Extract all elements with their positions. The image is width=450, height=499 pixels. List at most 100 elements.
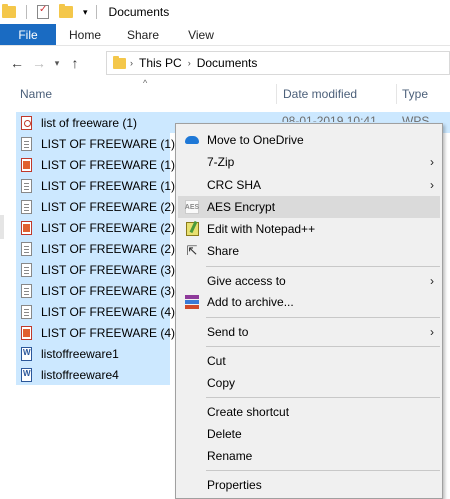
address-bar[interactable]: › This PC › Documents — [106, 51, 450, 75]
tab-file[interactable]: File — [0, 24, 56, 45]
menu-item-label: Delete — [207, 427, 242, 441]
menu-item-7zip[interactable]: 7-Zip › — [178, 151, 440, 173]
wps-file-icon — [21, 220, 32, 235]
breadcrumb-documents[interactable]: Documents — [197, 56, 258, 70]
menu-item-label: Share — [207, 244, 240, 258]
submenu-arrow-icon: › — [430, 178, 434, 192]
menu-item-label: 7-Zip — [207, 155, 235, 169]
file-name[interactable]: LIST OF FREEWARE (2) — [41, 200, 175, 214]
column-date-modified[interactable]: Date modified — [283, 87, 357, 101]
menu-item-edit-with-notepad[interactable]: Edit with Notepad++ — [178, 218, 440, 240]
menu-item-share[interactable]: ⇱ Share — [178, 240, 440, 262]
breadcrumb-this-pc[interactable]: This PC — [139, 56, 182, 70]
menu-separator — [206, 397, 440, 398]
text-file-icon — [21, 241, 32, 256]
quick-access-dropdown-icon[interactable]: ▾ — [83, 7, 88, 18]
file-name[interactable]: LIST OF FREEWARE (4) — [41, 305, 175, 319]
menu-separator — [206, 346, 440, 347]
menu-item-add-to-archive[interactable]: Add to archive... — [178, 291, 440, 313]
navigation-pane-edge — [0, 215, 4, 239]
ribbon-tabs: File Home Share View — [0, 24, 450, 46]
menu-item-aes-encrypt[interactable]: AES AES Encrypt — [178, 196, 440, 218]
forward-arrow-icon[interactable]: → — [28, 55, 50, 71]
tab-share[interactable]: Share — [114, 24, 172, 45]
word-file-icon — [21, 346, 32, 361]
aes-icon: AES — [184, 199, 200, 215]
wps-file-icon — [21, 325, 32, 340]
file-name[interactable]: listoffreeware4 — [41, 368, 119, 382]
notepad-plus-plus-icon — [184, 221, 200, 237]
submenu-arrow-icon: › — [430, 325, 434, 339]
share-icon: ⇱ — [186, 243, 198, 258]
toolbar-separator — [26, 5, 27, 19]
properties-icon[interactable] — [37, 4, 49, 19]
file-name[interactable]: listoffreeware1 — [41, 347, 119, 361]
menu-item-crc-sha[interactable]: CRC SHA › — [178, 174, 440, 196]
menu-item-delete[interactable]: Delete — [178, 423, 440, 445]
chevron-right-icon[interactable]: › — [130, 58, 133, 68]
context-menu: Move to OneDrive 7-Zip › CRC SHA › AES A… — [175, 123, 443, 499]
recent-locations-icon[interactable]: ▾ — [50, 58, 64, 69]
menu-item-label: Properties — [207, 478, 262, 492]
text-file-icon — [21, 136, 32, 151]
menu-item-label: AES Encrypt — [207, 200, 276, 214]
winrar-icon — [184, 294, 200, 310]
menu-item-cut[interactable]: Cut — [178, 350, 440, 372]
folder-icon — [113, 55, 126, 69]
text-file-icon — [21, 283, 32, 298]
menu-item-label: CRC SHA — [207, 178, 262, 192]
file-name[interactable]: LIST OF FREEWARE (3) — [41, 284, 175, 298]
menu-item-label: Rename — [207, 449, 253, 463]
column-divider[interactable] — [276, 84, 277, 104]
text-file-icon — [21, 199, 32, 214]
new-folder-icon[interactable] — [59, 4, 73, 18]
file-name[interactable]: LIST OF FREEWARE (3) — [41, 263, 175, 277]
address-row: ← → ▾ ↑ › This PC › Documents — [0, 48, 450, 78]
text-file-icon — [21, 178, 32, 193]
menu-separator — [206, 317, 440, 318]
menu-item-label: Cut — [207, 354, 226, 368]
menu-item-label: Send to — [207, 325, 249, 339]
column-divider[interactable] — [396, 84, 397, 104]
menu-item-label: Edit with Notepad++ — [207, 222, 316, 236]
file-name[interactable]: LIST OF FREEWARE (4) — [41, 326, 175, 340]
toolbar-separator — [95, 5, 97, 19]
menu-item-label: Create shortcut — [207, 405, 290, 419]
column-name[interactable]: Name — [20, 87, 52, 101]
menu-item-label: Give access to — [207, 274, 286, 288]
window-title: Documents — [108, 5, 170, 19]
file-name[interactable]: list of freeware (1) — [41, 116, 137, 130]
tab-home[interactable]: Home — [56, 24, 114, 45]
menu-item-properties[interactable]: Properties — [178, 474, 440, 496]
onedrive-icon — [184, 132, 200, 148]
menu-item-give-access-to[interactable]: Give access to › — [178, 270, 440, 292]
submenu-arrow-icon: › — [430, 155, 434, 169]
chevron-right-icon[interactable]: › — [188, 58, 191, 68]
file-name[interactable]: LIST OF FREEWARE (2) — [41, 242, 175, 256]
tab-view[interactable]: View — [172, 24, 230, 45]
file-type: WPS PDF — [402, 114, 430, 122]
menu-item-label: Copy — [207, 376, 236, 390]
file-name[interactable]: LIST OF FREEWARE (2) — [41, 221, 175, 235]
up-arrow-icon[interactable]: ↑ — [64, 55, 86, 71]
file-name[interactable]: LIST OF FREEWARE (1) — [41, 179, 175, 193]
menu-item-create-shortcut[interactable]: Create shortcut — [178, 401, 440, 423]
text-file-icon — [21, 304, 32, 319]
wps-file-icon — [21, 157, 32, 172]
sort-ascending-icon: ^ — [143, 78, 148, 88]
menu-separator — [206, 266, 440, 267]
file-name[interactable]: LIST OF FREEWARE (1) — [41, 158, 175, 172]
menu-separator — [206, 470, 440, 471]
text-file-icon — [21, 262, 32, 277]
submenu-arrow-icon: › — [430, 274, 434, 288]
menu-item-send-to[interactable]: Send to › — [178, 321, 440, 343]
menu-item-rename[interactable]: Rename — [178, 445, 440, 467]
file-name[interactable]: LIST OF FREEWARE (1) — [41, 137, 175, 151]
column-type[interactable]: Type — [402, 87, 428, 101]
menu-item-move-to-onedrive[interactable]: Move to OneDrive — [178, 129, 440, 151]
folder-icon — [2, 4, 16, 18]
file-date: 08-01-2019 10:41 — [282, 114, 377, 122]
menu-item-copy[interactable]: Copy — [178, 372, 440, 394]
back-arrow-icon[interactable]: ← — [6, 55, 28, 71]
word-file-icon — [21, 367, 32, 382]
